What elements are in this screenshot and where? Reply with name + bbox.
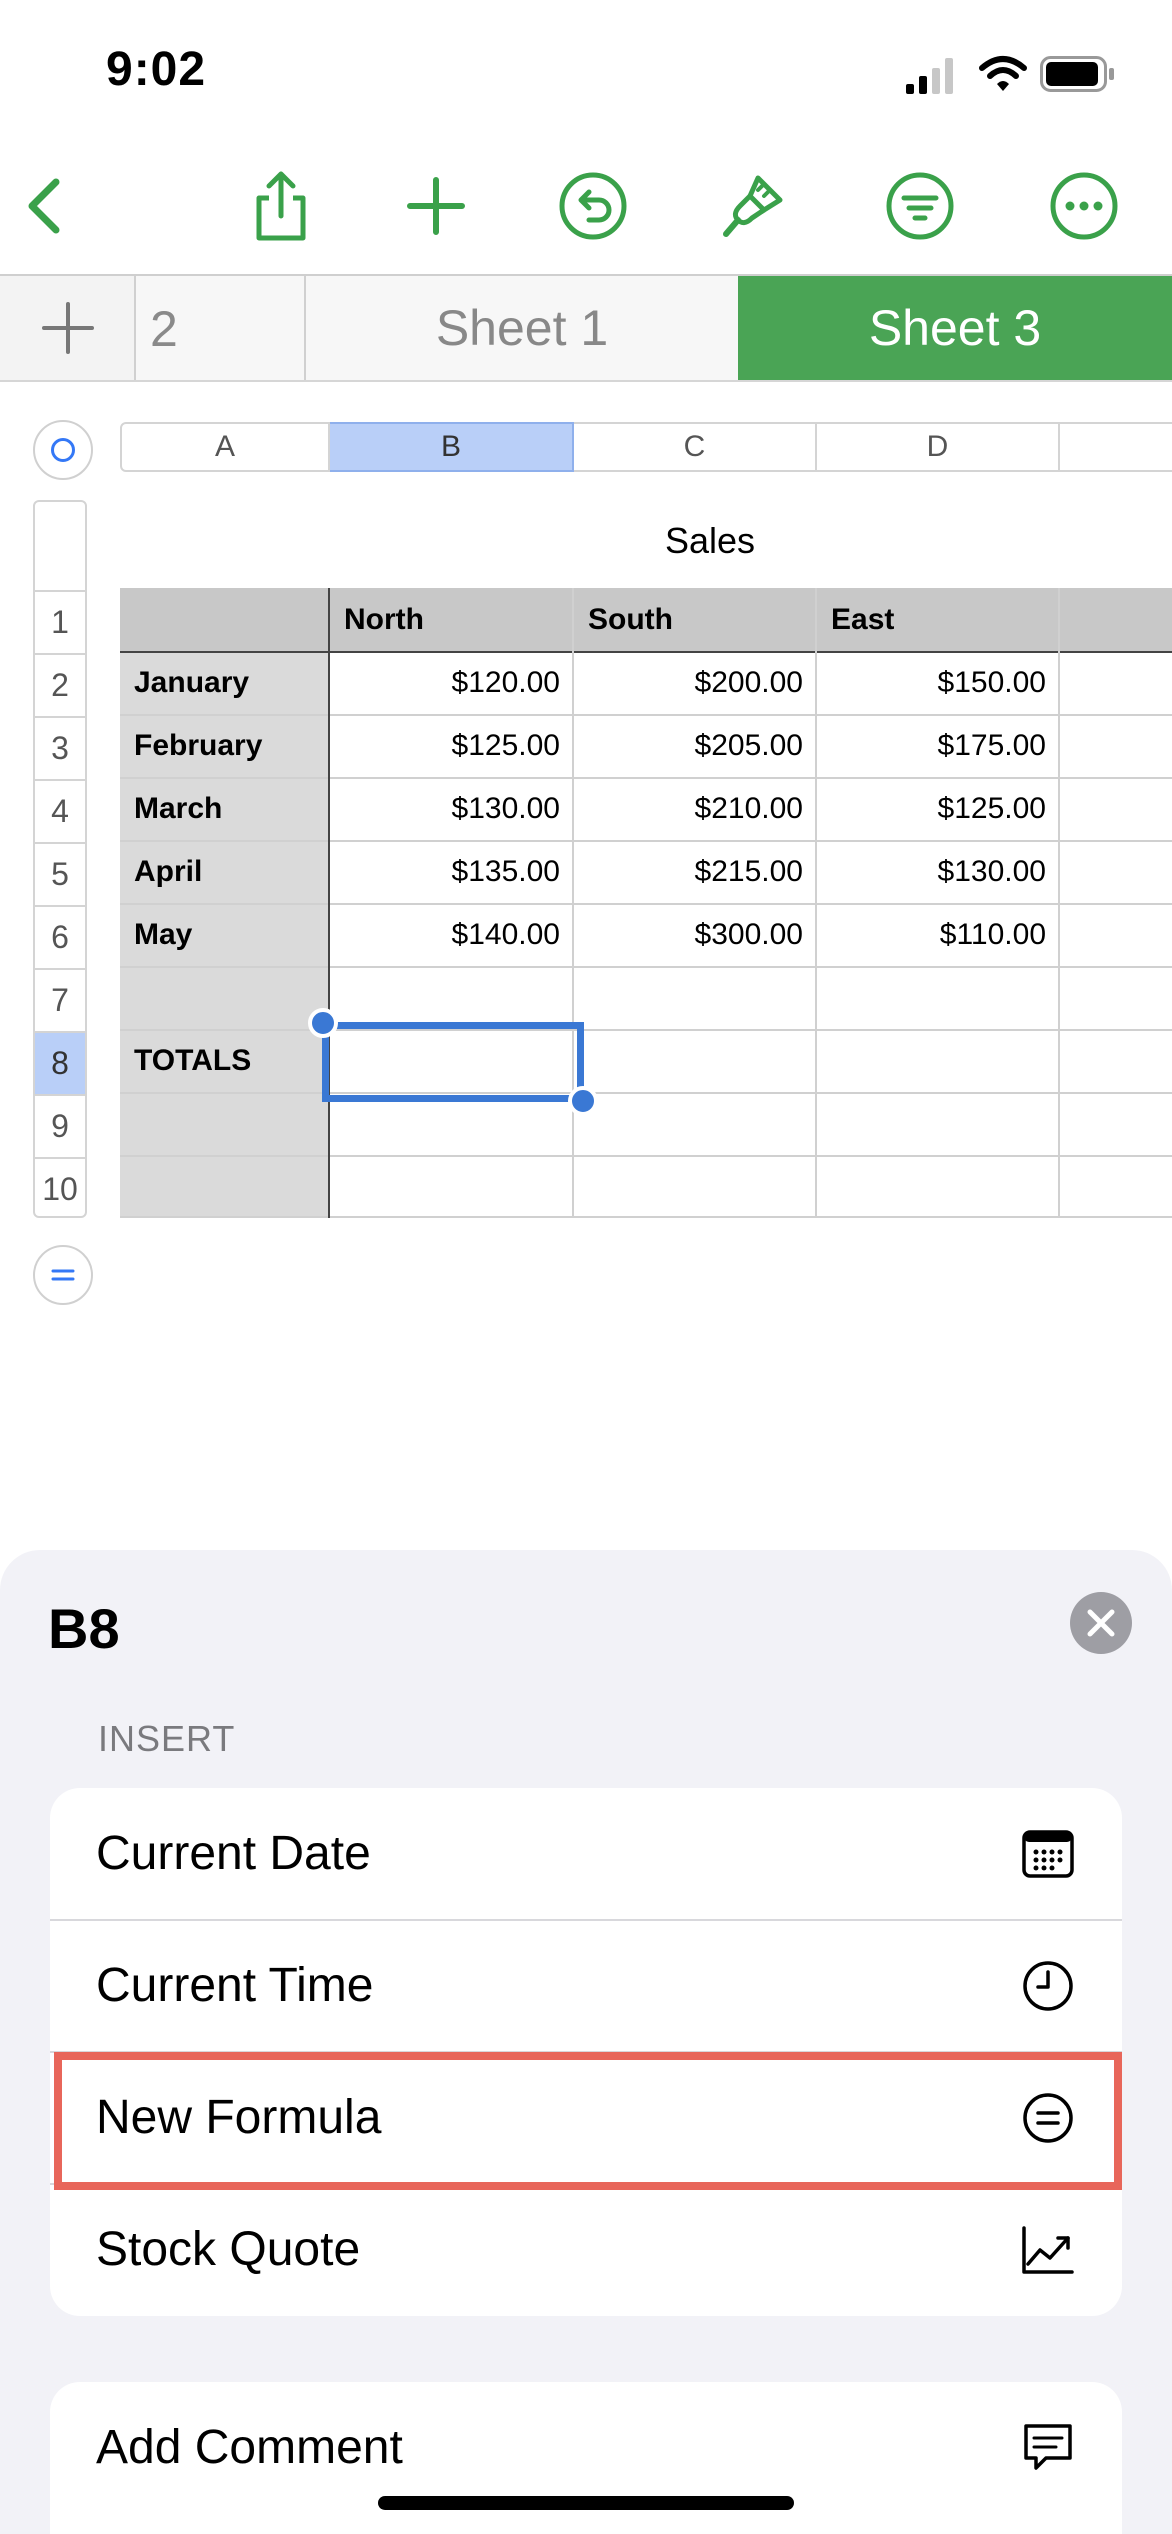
row-header-5[interactable]: 5 bbox=[35, 842, 85, 905]
add-row-equals-button[interactable] bbox=[33, 1245, 93, 1305]
calendar-icon bbox=[1020, 1826, 1076, 1882]
back-chevron-icon[interactable] bbox=[10, 170, 82, 242]
add-icon[interactable] bbox=[400, 170, 472, 242]
more-icon[interactable] bbox=[1048, 170, 1120, 242]
cell-c6[interactable]: $300.00 bbox=[574, 903, 803, 966]
menu-item-current-date[interactable]: Current Date bbox=[50, 1788, 1122, 1920]
column-header-b[interactable]: B bbox=[330, 422, 574, 472]
row-header-8[interactable]: 8 bbox=[35, 1031, 85, 1094]
undo-icon[interactable] bbox=[557, 170, 629, 242]
row-header-7[interactable]: 7 bbox=[35, 968, 85, 1031]
sheet-tab-bar: 2 Sheet 1 Sheet 3 bbox=[0, 274, 1172, 382]
cell-a6[interactable]: May bbox=[134, 903, 324, 966]
cell-a2[interactable]: January bbox=[134, 651, 324, 714]
equals-icon bbox=[51, 1269, 75, 1281]
menu-item-stock-quote[interactable]: Stock Quote bbox=[50, 2184, 1122, 2316]
status-time: 9:02 bbox=[106, 43, 207, 96]
cell-a3[interactable]: February bbox=[134, 714, 324, 777]
cell-c2[interactable]: $200.00 bbox=[574, 651, 803, 714]
cell-a4[interactable]: March bbox=[134, 777, 324, 840]
share-icon[interactable] bbox=[245, 170, 317, 242]
battery-icon bbox=[1040, 56, 1116, 92]
column-header-extra[interactable] bbox=[1060, 422, 1172, 472]
sales-table: North South East January $120.00 $200.00… bbox=[120, 588, 1172, 1218]
cell-b6[interactable]: $140.00 bbox=[330, 903, 560, 966]
row-header-2[interactable]: 2 bbox=[35, 653, 85, 716]
column-header-d[interactable]: D bbox=[817, 422, 1060, 472]
close-icon bbox=[1087, 1609, 1115, 1637]
row-header-3[interactable]: 3 bbox=[35, 716, 85, 779]
row-header-6[interactable]: 6 bbox=[35, 905, 85, 968]
row-header-4[interactable]: 4 bbox=[35, 779, 85, 842]
close-button[interactable] bbox=[1070, 1592, 1132, 1654]
cell-d4[interactable]: $125.00 bbox=[817, 777, 1046, 840]
tab-sheet-1[interactable]: Sheet 1 bbox=[306, 276, 738, 380]
cell-a1[interactable] bbox=[134, 588, 324, 651]
column-header-c[interactable]: C bbox=[574, 422, 817, 472]
cell-c5[interactable]: $215.00 bbox=[574, 840, 803, 903]
add-sheet-button[interactable] bbox=[0, 276, 136, 380]
cell-b5[interactable]: $135.00 bbox=[330, 840, 560, 903]
sheet-count-tab[interactable]: 2 bbox=[136, 276, 306, 380]
comment-icon bbox=[1020, 2420, 1076, 2476]
cell-selection-b8[interactable] bbox=[322, 1022, 584, 1102]
cell-a7[interactable] bbox=[134, 966, 324, 1029]
insert-section-label: INSERT bbox=[98, 1718, 236, 1759]
home-indicator bbox=[378, 2496, 794, 2510]
row-header-column: 1 2 3 4 5 6 7 8 9 10 bbox=[33, 500, 87, 1218]
cell-d5[interactable]: $130.00 bbox=[817, 840, 1046, 903]
filter-icon[interactable] bbox=[884, 170, 956, 242]
selection-handle-bottom-right[interactable] bbox=[568, 1086, 598, 1116]
row-header-1[interactable]: 1 bbox=[35, 590, 85, 653]
cell-c1[interactable]: South bbox=[588, 588, 814, 651]
cell-b3[interactable]: $125.00 bbox=[330, 714, 560, 777]
table-title: Sales bbox=[664, 520, 756, 561]
cell-b2[interactable]: $120.00 bbox=[330, 651, 560, 714]
cell-d3[interactable]: $175.00 bbox=[817, 714, 1046, 777]
new-formula-highlight bbox=[54, 2052, 1122, 2190]
cell-c3[interactable]: $205.00 bbox=[574, 714, 803, 777]
cell-d2[interactable]: $150.00 bbox=[817, 651, 1046, 714]
cell-b1[interactable]: North bbox=[344, 588, 570, 651]
menu-item-add-comment[interactable]: Add Comment bbox=[50, 2382, 1122, 2514]
stock-chart-icon bbox=[1020, 2222, 1076, 2278]
menu-item-current-time[interactable]: Current Time bbox=[50, 1920, 1122, 2052]
plus-icon bbox=[42, 302, 94, 354]
clock-icon bbox=[1020, 1958, 1076, 2014]
menu-item-label: Stock Quote bbox=[96, 2223, 361, 2276]
cell-a5[interactable]: April bbox=[134, 840, 324, 903]
cell-c4[interactable]: $210.00 bbox=[574, 777, 803, 840]
comment-group: Add Comment bbox=[50, 2382, 1122, 2534]
menu-item-label: Current Time bbox=[96, 1959, 374, 2012]
column-header-a[interactable]: A bbox=[120, 422, 330, 472]
select-table-button[interactable] bbox=[33, 420, 93, 480]
menu-item-label: Add Comment bbox=[96, 2421, 403, 2474]
menu-item-label: Current Date bbox=[96, 1827, 371, 1880]
wifi-icon bbox=[978, 54, 1028, 94]
format-brush-icon[interactable] bbox=[718, 170, 790, 242]
cell-d6[interactable]: $110.00 bbox=[817, 903, 1046, 966]
cellular-signal-icon bbox=[906, 58, 956, 94]
cell-d1[interactable]: East bbox=[831, 588, 1057, 651]
cell-a8[interactable]: TOTALS bbox=[134, 1029, 324, 1092]
tab-sheet-3[interactable]: Sheet 3 bbox=[738, 276, 1172, 380]
row-header-9[interactable]: 9 bbox=[35, 1094, 85, 1157]
sheet-title: B8 bbox=[48, 1597, 120, 1660]
row-header-10[interactable]: 10 bbox=[35, 1157, 85, 1218]
cell-b4[interactable]: $130.00 bbox=[330, 777, 560, 840]
selection-handle-top-left[interactable] bbox=[308, 1008, 338, 1038]
